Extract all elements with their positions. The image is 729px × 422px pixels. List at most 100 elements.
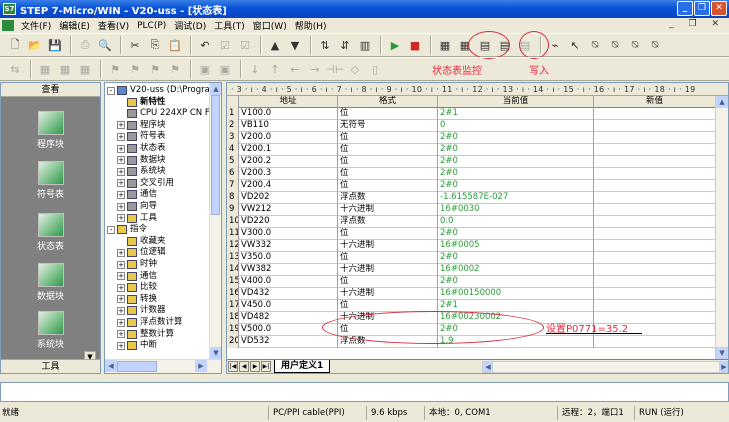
expand-icon[interactable]: + [117,156,125,165]
compile-all-icon[interactable]: ☑ [236,36,254,54]
format-cell[interactable]: 十六进制 [338,264,438,276]
symbol-info-icon[interactable]: ▣ [216,60,234,78]
tree-horizontal-scrollbar[interactable]: ◀ ▶ [105,359,221,373]
row-number[interactable]: 1 [227,108,239,120]
expand-icon[interactable]: + [117,167,125,176]
compile-icon[interactable]: ☑ [216,36,234,54]
address-cell[interactable]: V200.2 [239,156,338,168]
new-value-cell[interactable] [594,288,716,300]
coil-icon[interactable]: ◇ [346,60,364,78]
header-current-value[interactable]: 当前值 [438,96,594,108]
row-number[interactable]: 9 [227,204,239,216]
format-cell[interactable]: 十六进制 [338,204,438,216]
tree-item[interactable]: + 中断 [117,340,157,351]
prev-tab-button[interactable]: ◀ [239,361,249,372]
table-row[interactable]: 6 V200.3 位 2#0 [227,168,716,180]
new-value-cell[interactable] [594,264,716,276]
table-row[interactable]: 3 V200.0 位 2#0 [227,132,716,144]
box-icon[interactable]: ▯ [366,60,384,78]
row-number[interactable]: 16 [227,288,239,300]
print-preview-icon[interactable]: 🔍 [96,36,114,54]
new-value-cell[interactable] [594,108,716,120]
tree-item[interactable]: 收藏夹 [117,236,166,247]
tree-item[interactable]: + 比较 [117,282,157,293]
scroll-up-icon[interactable]: ▲ [210,83,221,95]
tree-item[interactable]: + 时钟 [117,259,157,270]
address-cell[interactable]: VD220 [239,216,338,228]
row-number[interactable]: 10 [227,216,239,228]
clear-bookmarks-icon[interactable]: ⚑ [166,60,184,78]
nav-header-view[interactable]: 查看 [1,83,100,97]
stop-icon[interactable]: ■ [406,36,424,54]
format-cell[interactable]: 浮点数 [338,192,438,204]
chart-vertical-scrollbar[interactable]: ▲ ▼ [715,96,728,359]
expand-icon[interactable]: + [117,260,125,269]
first-tab-button[interactable]: |◀ [228,361,238,372]
options-icon[interactable]: ▥ [356,36,374,54]
minimize-button[interactable]: _ [677,1,693,16]
scroll-right-icon[interactable]: ▶ [719,362,728,372]
tree-item[interactable]: + 计数器 [117,305,166,316]
undo-icon[interactable]: ↶ [196,36,214,54]
expand-icon[interactable]: + [117,179,125,188]
table-row[interactable]: 5 V200.2 位 2#0 [227,156,716,168]
scroll-down-icon[interactable]: ▼ [210,347,221,359]
trend-view-icon[interactable]: ⍉ [646,36,664,54]
format-cell[interactable]: 位 [338,144,438,156]
symbol-table-icon[interactable]: ▦ [36,60,54,78]
row-number[interactable]: 18 [227,312,239,324]
address-cell[interactable]: VB110 [239,120,338,132]
close-button[interactable]: ✕ [711,1,727,16]
tree-vertical-scrollbar[interactable]: ▲ ▼ [209,83,221,359]
line-right-icon[interactable]: → [306,60,324,78]
tree-item[interactable]: + 位逻辑 [117,247,166,258]
grid-view-icon[interactable]: ▦ [76,60,94,78]
network-down-icon[interactable]: ↓ [246,60,264,78]
row-number[interactable]: 11 [227,228,239,240]
scroll-left-icon[interactable]: ◀ [483,362,493,372]
open-icon[interactable]: 📂 [26,36,44,54]
save-icon[interactable]: 💾 [46,36,64,54]
menu-view[interactable]: 查看(V) [94,19,133,32]
format-cell[interactable]: 位 [338,276,438,288]
expand-icon[interactable]: + [117,295,125,304]
row-number[interactable]: 7 [227,180,239,192]
sort-descending-icon[interactable]: ⇵ [336,36,354,54]
row-number[interactable]: 2 [227,120,239,132]
new-value-cell[interactable] [594,120,716,132]
new-value-cell[interactable] [594,252,716,264]
scroll-thumb[interactable] [211,95,220,215]
menu-edit[interactable]: 编辑(E) [55,19,94,32]
new-value-cell[interactable] [594,216,716,228]
table-view-icon[interactable]: ▦ [56,60,74,78]
new-value-cell[interactable] [594,180,716,192]
new-value-cell[interactable] [594,240,716,252]
address-cell[interactable]: V200.1 [239,144,338,156]
new-value-cell[interactable] [594,300,716,312]
scroll-right-icon[interactable]: ▶ [195,360,207,372]
table-row[interactable]: 16 VD432 十六进制 16#00150000 [227,288,716,300]
new-value-cell[interactable] [594,204,716,216]
expand-icon[interactable]: + [117,214,125,223]
upload-icon[interactable]: ▲ [266,36,284,54]
tree-item[interactable]: 新特性 [117,97,166,108]
table-row[interactable]: 1 V100.0 位 2#1 [227,108,716,120]
new-value-cell[interactable] [594,336,716,348]
menu-file[interactable]: 文件(F) [17,19,55,32]
address-cell[interactable]: VW212 [239,204,338,216]
tree-item[interactable]: + 整数计算 [117,329,174,340]
row-number[interactable]: 12 [227,240,239,252]
table-row[interactable]: 2 VB110 无符号 0 [227,120,716,132]
format-cell[interactable]: 位 [338,156,438,168]
scroll-down-icon[interactable]: ▼ [716,347,728,359]
menu-plc[interactable]: PLC(P) [133,21,170,31]
format-cell[interactable]: 位 [338,132,438,144]
format-cell[interactable]: 位 [338,180,438,192]
collapse-icon[interactable]: - [107,86,115,95]
menu-debug[interactable]: 调试(D) [170,19,210,32]
header-format[interactable]: 格式 [338,96,438,108]
nav-item-symbol-table[interactable]: 符号表 [1,161,100,200]
tree-item[interactable]: + 状态表 [117,143,166,154]
address-cell[interactable]: VW332 [239,240,338,252]
nav-footer-tools[interactable]: 工具 [1,359,100,373]
